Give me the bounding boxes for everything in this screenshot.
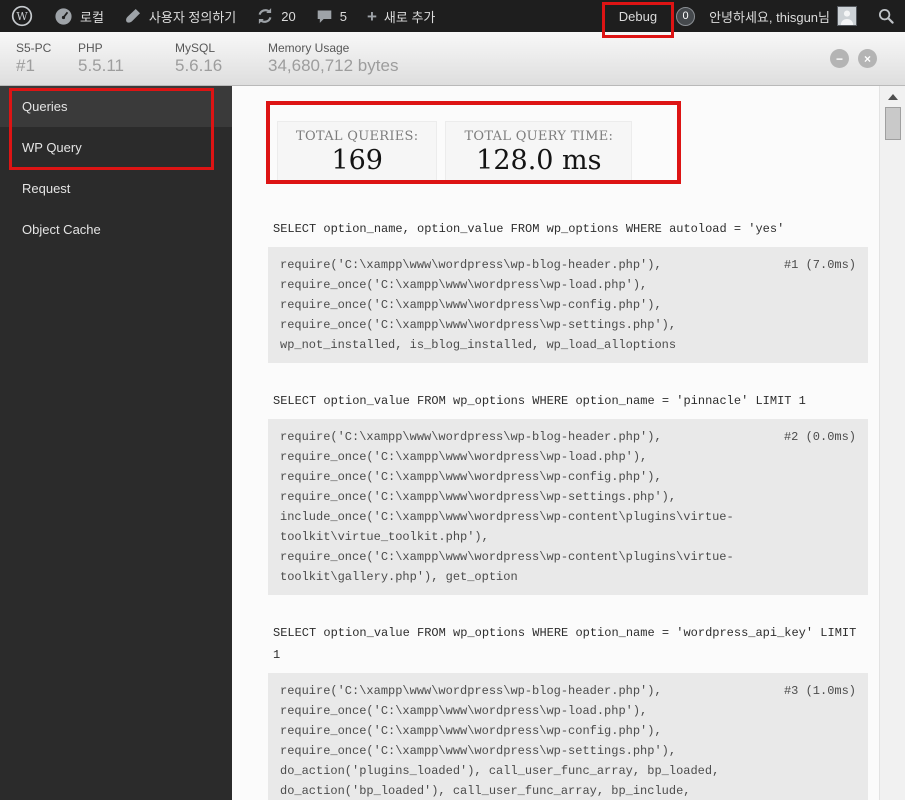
- trace-line: require('C:\xampp\www\wordpress\wp-blog-…: [280, 684, 662, 698]
- query-ref: #3 (1.0ms): [783, 684, 856, 698]
- site-menu-label: 로컬: [80, 9, 104, 25]
- query-trace: #3 (1.0ms) require('C:\xampp\www\wordpre…: [268, 673, 868, 800]
- scrollbar[interactable]: [879, 86, 905, 800]
- stat-mysql: MySQL 5.6.16: [175, 41, 268, 76]
- svg-text:W: W: [16, 10, 28, 23]
- trace-line: require_once('C:\xampp\www\wordpress\wp-…: [280, 490, 677, 504]
- comments-menu[interactable]: 5: [306, 0, 357, 32]
- stat-mysql-label: MySQL: [175, 41, 216, 55]
- updates-menu[interactable]: 20: [246, 0, 305, 32]
- total-query-time-value: 128.0 ms: [476, 145, 602, 176]
- trace-line: require_once('C:\xampp\www\wordpress\wp-…: [280, 450, 648, 464]
- trace-line: do_action('plugins_loaded'), call_user_f…: [280, 764, 720, 778]
- admin-bar-right: Debug 0 안녕하세요, thisgun님: [601, 0, 905, 38]
- trace-line: do_action('bp_loaded'), call_user_func_a…: [280, 784, 691, 798]
- search-button[interactable]: [867, 0, 905, 32]
- debug-menu-sidebar: Queries WP Query Request Object Cache: [0, 86, 232, 800]
- stat-host-value: #1: [16, 56, 35, 75]
- total-query-time-box: TOTAL QUERY TIME: 128.0 ms: [445, 121, 633, 182]
- query-trace: #2 (0.0ms) require('C:\xampp\www\wordpre…: [268, 419, 868, 595]
- trace-line: require_once('C:\xampp\www\wordpress\wp-…: [280, 744, 677, 758]
- dashboard-gauge-icon: [54, 7, 73, 26]
- wordpress-logo-icon: W: [11, 5, 33, 27]
- customize-menu-label: 사용자 정의하기: [148, 9, 237, 25]
- greeting-label: 안녕하세요, thisgun님: [709, 9, 830, 25]
- stat-memory-label: Memory Usage: [268, 41, 350, 55]
- comments-count: 5: [339, 8, 347, 24]
- trace-line: require_once('C:\xampp\www\wordpress\wp-…: [280, 724, 662, 738]
- stat-mysql-value: 5.6.16: [175, 56, 223, 75]
- total-queries-value: 169: [331, 145, 383, 176]
- updates-refresh-icon: [256, 7, 274, 25]
- query-item-2: SELECT option_value FROM wp_options WHER…: [268, 390, 879, 595]
- sidebar-item-request[interactable]: Request: [0, 168, 232, 209]
- brush-icon: [124, 7, 142, 25]
- wordpress-logo-button[interactable]: W: [0, 0, 44, 32]
- stat-php: PHP 5.5.11: [78, 41, 175, 76]
- avatar: [837, 6, 857, 26]
- debug-bar-body: Queries WP Query Request Object Cache TO…: [0, 86, 905, 800]
- wp-admin-bar: W 로컬 사용자 정의하기 20 5 + 새로 추가 Debug 0 안녕하세요…: [0, 0, 905, 38]
- new-content-label: 새로 추가: [383, 9, 436, 25]
- total-query-time-label: TOTAL QUERY TIME:: [464, 129, 614, 144]
- account-menu[interactable]: 안녕하세요, thisgun님: [699, 0, 867, 32]
- sidebar-item-object-cache[interactable]: Object Cache: [0, 209, 232, 250]
- debug-bar-header: S5-PC #1 PHP 5.5.11 MySQL 5.6.16 Memory …: [0, 32, 905, 86]
- debug-menu-label: Debug: [618, 8, 658, 24]
- query-item-1: SELECT option_name, option_value FROM wp…: [268, 218, 879, 363]
- sql-statement: SELECT option_name, option_value FROM wp…: [273, 222, 785, 236]
- close-button[interactable]: ×: [858, 49, 877, 68]
- stat-host-label: S5-PC: [16, 41, 52, 55]
- query-totals: TOTAL QUERIES: 169 TOTAL QUERY TIME: 128…: [277, 121, 879, 182]
- trace-line: require_once('C:\xampp\www\wordpress\wp-…: [280, 278, 648, 292]
- trace-line: include_once('C:\xampp\www\wordpress\wp-…: [280, 510, 734, 544]
- sidebar-item-queries[interactable]: Queries: [0, 86, 232, 127]
- stat-memory-value: 34,680,712 bytes: [268, 56, 399, 75]
- new-content-menu[interactable]: + 새로 추가: [357, 0, 445, 32]
- scrollbar-up-arrow-icon[interactable]: [887, 94, 898, 100]
- scrollbar-thumb[interactable]: [884, 107, 901, 140]
- stat-memory: Memory Usage 34,680,712 bytes: [268, 41, 398, 76]
- trace-line: wp_not_installed, is_blog_installed, wp_…: [280, 338, 677, 352]
- sql-statement: SELECT option_value FROM wp_options WHER…: [273, 394, 806, 408]
- sql-statement: SELECT option_value FROM wp_options WHER…: [273, 626, 857, 662]
- stat-php-value: 5.5.11: [78, 56, 125, 75]
- stat-php-label: PHP: [78, 41, 103, 55]
- trace-line: require_once('C:\xampp\www\wordpress\wp-…: [280, 318, 677, 332]
- notification-badge[interactable]: 0: [676, 6, 696, 26]
- trace-line: require_once('C:\xampp\www\wordpress\wp-…: [280, 704, 648, 718]
- sidebar-item-wp-query[interactable]: WP Query: [0, 127, 232, 168]
- query-ref: #2 (0.0ms): [783, 430, 856, 444]
- trace-line: require_once('C:\xampp\www\wordpress\wp-…: [280, 298, 662, 312]
- debug-menu[interactable]: Debug: [601, 0, 675, 38]
- trace-line: require_once('C:\xampp\www\wordpress\wp-…: [280, 470, 662, 484]
- site-menu[interactable]: 로컬: [44, 0, 114, 32]
- minimize-button[interactable]: −: [830, 49, 849, 68]
- queries-panel: TOTAL QUERIES: 169 TOTAL QUERY TIME: 128…: [232, 86, 879, 800]
- comment-bubble-icon: [316, 8, 333, 25]
- updates-count: 20: [281, 8, 296, 24]
- plus-icon: +: [366, 6, 377, 26]
- query-item-3: SELECT option_value FROM wp_options WHER…: [268, 622, 879, 800]
- total-queries-box: TOTAL QUERIES: 169: [277, 121, 438, 182]
- trace-line: require('C:\xampp\www\wordpress\wp-blog-…: [280, 430, 662, 444]
- query-trace: #1 (7.0ms) require('C:\xampp\www\wordpre…: [268, 247, 868, 363]
- customize-menu[interactable]: 사용자 정의하기: [114, 0, 246, 32]
- trace-line: require('C:\xampp\www\wordpress\wp-blog-…: [280, 258, 662, 272]
- total-queries-label: TOTAL QUERIES:: [296, 129, 419, 144]
- panel-window-buttons: − ×: [830, 49, 905, 68]
- search-icon: [877, 7, 895, 25]
- trace-line: require_once('C:\xampp\www\wordpress\wp-…: [280, 550, 734, 584]
- stat-host: S5-PC #1: [16, 41, 78, 76]
- query-ref: #1 (7.0ms): [783, 258, 856, 272]
